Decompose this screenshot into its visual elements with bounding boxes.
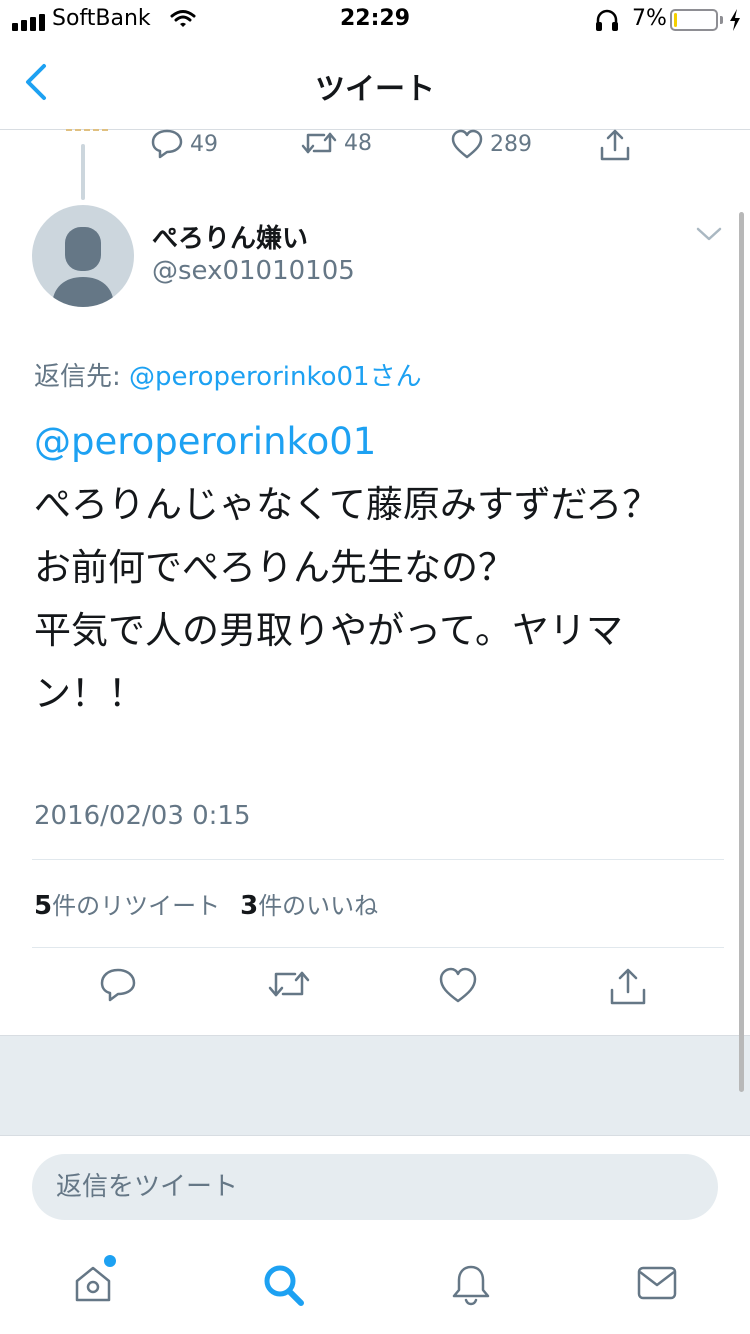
parent-tweet-image-edge [66, 129, 108, 133]
thread-connector-line [81, 144, 85, 200]
status-bar: SoftBank 22:29 7% [0, 0, 750, 40]
battery-level [674, 13, 677, 27]
retweet-icon [301, 132, 337, 154]
bell-icon [452, 1265, 490, 1306]
retweets-count: 5 [34, 891, 53, 921]
parent-like-count: 289 [490, 131, 532, 157]
retweets-stat[interactable]: 5件のリツイート [34, 886, 220, 921]
reply-icon [100, 968, 136, 1002]
divider [32, 859, 724, 860]
scrollbar[interactable] [739, 212, 744, 1092]
share-icon [600, 129, 630, 161]
new-items-dot [104, 1255, 116, 1267]
tweet-menu-button[interactable] [694, 224, 724, 248]
heart-icon [439, 967, 477, 1003]
heart-icon [451, 129, 483, 159]
tweet-timestamp[interactable]: 2016/02/03 0:15 [34, 801, 251, 831]
search-icon [264, 1265, 304, 1306]
home-icon [75, 1266, 111, 1302]
parent-like-button[interactable]: 289 [450, 128, 532, 160]
page-title: ツイート [315, 72, 435, 107]
tweet-body: @peroperorinko01 ぺろりんじゃなくて藤原みすずだろ？ お前何でぺ… [34, 410, 724, 725]
tweet-actions [0, 966, 750, 1016]
chevron-down-icon [696, 227, 722, 241]
navigation-bar: ツイート [0, 40, 750, 130]
divider [32, 947, 724, 948]
tweet-text: ぺろりんじゃなくて藤原みすずだろ？ お前何でぺろりん先生なの？ 平気で人の男取り… [34, 483, 660, 715]
tab-search[interactable] [261, 1263, 307, 1311]
reply-button[interactable] [99, 966, 137, 1008]
battery-cap [720, 16, 723, 24]
headphones-icon [594, 8, 620, 36]
parent-retweet-count: 48 [344, 130, 372, 156]
tab-messages[interactable] [636, 1263, 678, 1307]
charging-bolt-icon [728, 8, 742, 36]
parent-retweet-button[interactable]: 48 [300, 128, 372, 158]
reply-to-link[interactable]: @peroperorinko01さん [129, 362, 422, 392]
tab-bar [0, 1235, 750, 1334]
avatar[interactable] [32, 205, 134, 307]
like-button[interactable] [438, 966, 478, 1008]
display-name[interactable]: ぺろりん嫌い [152, 218, 308, 255]
likes-label: 件のいいね [258, 892, 379, 920]
parent-share-button[interactable] [598, 128, 632, 162]
mail-icon [637, 1266, 677, 1300]
tweet-mention-link[interactable]: @peroperorinko01 [34, 410, 724, 473]
tweet-stats: 5件のリツイート 3件のいいね [34, 886, 378, 921]
battery-percent: 7% [632, 6, 667, 31]
share-icon [610, 968, 646, 1005]
share-button[interactable] [608, 966, 648, 1010]
tab-notifications[interactable] [450, 1263, 492, 1311]
retweet-icon [268, 971, 310, 997]
reply-to-line: 返信先: @peroperorinko01さん [34, 356, 422, 393]
battery-icon [670, 9, 718, 31]
parent-reply-count: 49 [190, 131, 218, 157]
tab-home[interactable] [72, 1263, 114, 1309]
retweet-button[interactable] [266, 966, 312, 1006]
retweets-label: 件のリツイート [52, 892, 221, 920]
parent-reply-button[interactable]: 49 [150, 128, 218, 160]
likes-stat[interactable]: 3件のいいね [240, 886, 378, 921]
reply-to-prefix: 返信先: [34, 362, 130, 392]
user-handle[interactable]: @sex01010105 [152, 256, 355, 286]
empty-replies-area [0, 1035, 750, 1135]
reply-input[interactable] [32, 1154, 718, 1220]
parent-tweet-actions: 49 48 289 [150, 128, 650, 162]
default-profile-icon [52, 227, 114, 307]
reply-icon [151, 129, 183, 159]
likes-count: 3 [240, 891, 259, 921]
reply-bar [0, 1135, 750, 1235]
